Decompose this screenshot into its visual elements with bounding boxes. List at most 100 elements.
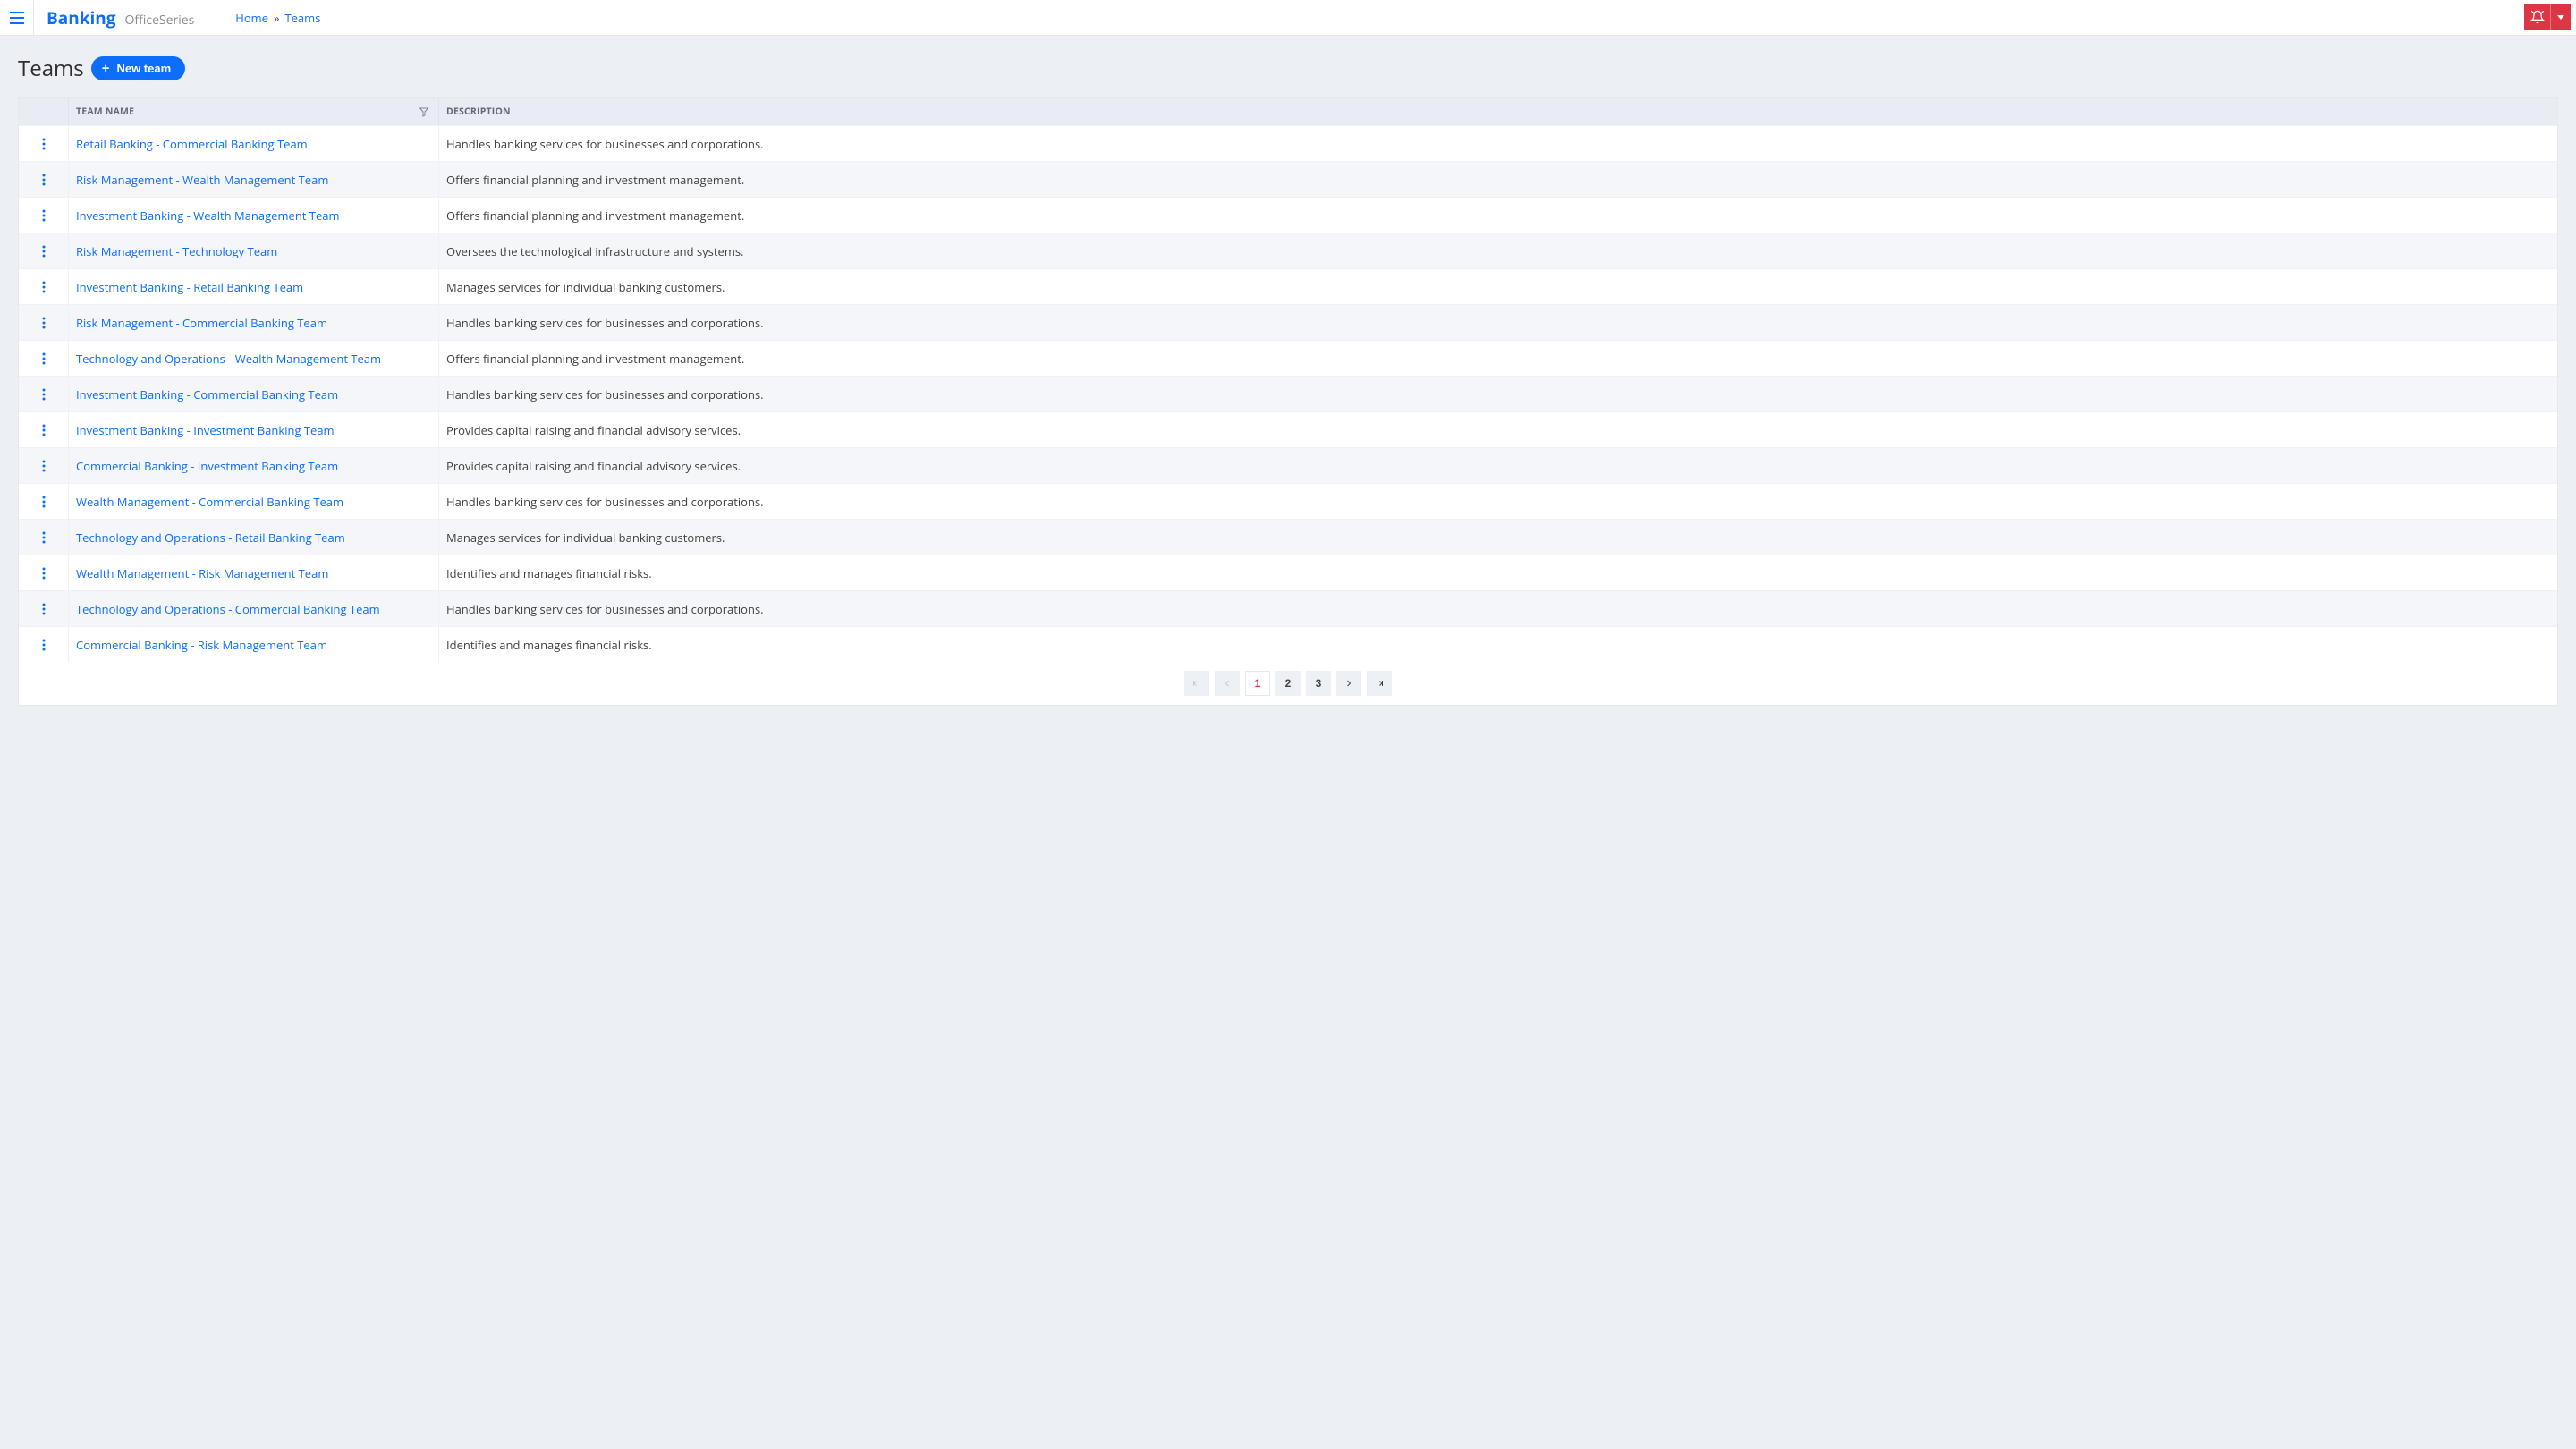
table-row: Investment Banking - Retail Banking Team… xyxy=(19,268,2557,304)
pager-page-2-button[interactable]: 2 xyxy=(1275,671,1301,696)
team-name-cell: Wealth Management - Commercial Banking T… xyxy=(69,484,439,519)
table-row: Technology and Operations - Commercial B… xyxy=(19,590,2557,626)
page-body: Teams + New team TEAM NAME DESCRIPTION R… xyxy=(0,36,2576,724)
grid-header: TEAM NAME DESCRIPTION xyxy=(19,98,2557,125)
team-description-cell: Identifies and manages financial risks. xyxy=(439,627,2557,662)
column-actions-header xyxy=(19,98,69,125)
pager-next-button[interactable] xyxy=(1336,671,1361,696)
vertical-dots-icon xyxy=(42,209,46,222)
column-name-label: TEAM NAME xyxy=(76,106,134,118)
vertical-dots-icon xyxy=(42,424,46,436)
team-description-cell: Handles banking services for businesses … xyxy=(439,305,2557,340)
team-name-link[interactable]: Risk Management - Wealth Management Team xyxy=(76,172,328,188)
row-actions-button[interactable] xyxy=(38,564,49,583)
team-name-cell: Investment Banking - Commercial Banking … xyxy=(69,377,439,411)
team-name-cell: Investment Banking - Investment Banking … xyxy=(69,412,439,447)
team-name-link[interactable]: Risk Management - Commercial Banking Tea… xyxy=(76,315,327,331)
plus-icon: + xyxy=(102,62,110,75)
new-team-button[interactable]: + New team xyxy=(91,56,185,80)
table-row: Commercial Banking - Investment Banking … xyxy=(19,447,2557,483)
menu-icon xyxy=(10,12,24,24)
row-actions-cell xyxy=(19,555,69,590)
row-actions-button[interactable] xyxy=(38,349,49,369)
team-name-link[interactable]: Technology and Operations - Wealth Manag… xyxy=(76,351,381,367)
team-name-link[interactable]: Commercial Banking - Risk Management Tea… xyxy=(76,637,327,653)
page-title-row: Teams + New team xyxy=(18,54,2558,83)
team-name-cell: Risk Management - Technology Team xyxy=(69,233,439,268)
row-actions-button[interactable] xyxy=(38,313,49,333)
row-actions-button[interactable] xyxy=(38,456,49,476)
row-actions-button[interactable] xyxy=(38,492,49,512)
pager-page-3-button[interactable]: 3 xyxy=(1306,671,1331,696)
team-name-link[interactable]: Technology and Operations - Retail Banki… xyxy=(76,530,345,546)
team-name-link[interactable]: Risk Management - Technology Team xyxy=(76,243,277,259)
breadcrumb-current-link[interactable]: Teams xyxy=(284,10,320,26)
vertical-dots-icon xyxy=(42,317,46,329)
bell-icon xyxy=(2530,10,2545,24)
row-actions-cell xyxy=(19,162,69,197)
vertical-dots-icon xyxy=(42,245,46,258)
row-actions-button[interactable] xyxy=(38,385,49,404)
team-name-link[interactable]: Retail Banking - Commercial Banking Team xyxy=(76,136,308,152)
team-description-cell: Handles banking services for businesses … xyxy=(439,377,2557,411)
pager-last-button[interactable] xyxy=(1367,671,1392,696)
team-name-cell: Risk Management - Commercial Banking Tea… xyxy=(69,305,439,340)
row-actions-cell xyxy=(19,627,69,662)
row-actions-cell xyxy=(19,377,69,411)
team-name-cell: Technology and Operations - Commercial B… xyxy=(69,591,439,626)
breadcrumb-separator: » xyxy=(274,10,279,26)
team-name-cell: Wealth Management - Risk Management Team xyxy=(69,555,439,590)
team-name-link[interactable]: Wealth Management - Commercial Banking T… xyxy=(76,494,343,510)
team-name-link[interactable]: Investment Banking - Wealth Management T… xyxy=(76,208,340,224)
notifications-button[interactable] xyxy=(2524,4,2551,30)
table-row: Technology and Operations - Wealth Manag… xyxy=(19,340,2557,376)
row-actions-button[interactable] xyxy=(38,134,49,154)
notifications-dropdown-button[interactable] xyxy=(2551,4,2571,30)
row-actions-cell xyxy=(19,305,69,340)
team-name-cell: Investment Banking - Retail Banking Team xyxy=(69,269,439,304)
filter-button[interactable] xyxy=(419,106,429,117)
team-name-link[interactable]: Technology and Operations - Commercial B… xyxy=(76,601,380,617)
team-description-cell: Offers financial planning and investment… xyxy=(439,341,2557,376)
menu-toggle-button[interactable] xyxy=(0,0,34,36)
table-row: Investment Banking - Investment Banking … xyxy=(19,411,2557,447)
new-team-button-label: New team xyxy=(116,62,171,75)
row-actions-button[interactable] xyxy=(38,170,49,190)
row-actions-button[interactable] xyxy=(38,277,49,297)
team-description-cell: Manages services for individual banking … xyxy=(439,269,2557,304)
row-actions-button[interactable] xyxy=(38,242,49,261)
team-name-cell: Technology and Operations - Retail Banki… xyxy=(69,520,439,555)
app-header: Banking OfficeSeries Home » Teams xyxy=(0,0,2576,36)
team-description-cell: Oversees the technological infrastructur… xyxy=(439,233,2557,268)
row-actions-button[interactable] xyxy=(38,635,49,655)
team-description-cell: Handles banking services for businesses … xyxy=(439,591,2557,626)
caret-down-icon xyxy=(2557,15,2564,20)
row-actions-button[interactable] xyxy=(38,599,49,619)
vertical-dots-icon xyxy=(42,174,46,186)
team-name-link[interactable]: Investment Banking - Commercial Banking … xyxy=(76,386,338,402)
table-row: Risk Management - Wealth Management Team… xyxy=(19,161,2557,197)
row-actions-button[interactable] xyxy=(38,528,49,547)
team-name-link[interactable]: Investment Banking - Investment Banking … xyxy=(76,422,335,438)
column-description-label: DESCRIPTION xyxy=(446,106,511,118)
team-name-cell: Commercial Banking - Risk Management Tea… xyxy=(69,627,439,662)
table-row: Wealth Management - Risk Management Team… xyxy=(19,555,2557,590)
row-actions-button[interactable] xyxy=(38,206,49,225)
team-name-link[interactable]: Wealth Management - Risk Management Team xyxy=(76,565,328,581)
vertical-dots-icon xyxy=(42,603,46,615)
team-name-link[interactable]: Investment Banking - Retail Banking Team xyxy=(76,279,303,295)
column-name-header[interactable]: TEAM NAME xyxy=(69,98,439,125)
team-name-link[interactable]: Commercial Banking - Investment Banking … xyxy=(76,458,338,474)
brand-sub: OfficeSeries xyxy=(125,12,195,29)
column-description-header[interactable]: DESCRIPTION xyxy=(439,98,2557,125)
breadcrumb-home-link[interactable]: Home xyxy=(235,10,268,26)
pager-page-1-button[interactable]: 1 xyxy=(1245,671,1270,696)
team-description-cell: Manages services for individual banking … xyxy=(439,520,2557,555)
vertical-dots-icon xyxy=(42,567,46,580)
table-row: Commercial Banking - Risk Management Tea… xyxy=(19,626,2557,662)
header-actions xyxy=(2524,4,2576,30)
row-actions-button[interactable] xyxy=(38,420,49,440)
breadcrumb: Home » Teams xyxy=(235,10,320,26)
pager-first-button xyxy=(1184,671,1209,696)
team-name-cell: Commercial Banking - Investment Banking … xyxy=(69,448,439,483)
